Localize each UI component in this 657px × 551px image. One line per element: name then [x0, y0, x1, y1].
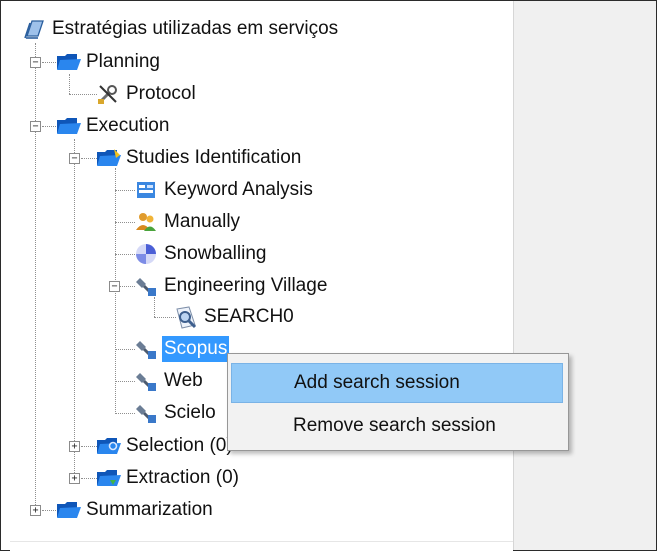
tree-node-label: Snowballing	[164, 243, 267, 264]
users-icon	[134, 210, 158, 234]
tree-node-label: Studies Identification	[126, 147, 302, 168]
blue-folder-icon	[96, 466, 121, 490]
tree-node-label: Engineering Village	[164, 275, 328, 296]
notebook-icon	[22, 17, 46, 41]
tree-node-extraction[interactable]: Extraction (0)	[96, 463, 241, 493]
tree-node-scopus[interactable]: Scopus	[134, 334, 230, 364]
tree-node-engineering-village[interactable]: Engineering Village	[134, 271, 329, 301]
tree-guide-line	[115, 381, 135, 382]
tree-guide-line	[69, 74, 70, 94]
tree-node-label: Execution	[86, 115, 170, 136]
tree-guide-line	[74, 139, 75, 479]
tree-node-label: Keyword Analysis	[164, 179, 313, 200]
tree-node-root[interactable]: Estratégias utilizadas em serviços	[22, 14, 340, 44]
tree-node-label: Summarization	[86, 499, 213, 520]
expander-studies-identification[interactable]: −	[69, 153, 80, 164]
tree-node-snowballing[interactable]: Snowballing	[134, 239, 268, 269]
blue-folder-icon	[56, 50, 81, 74]
tree-node-label: Web	[164, 370, 203, 391]
tree-node-label: Scielo	[164, 402, 216, 423]
tree-guide-line	[115, 222, 135, 223]
tree-node-label: Planning	[86, 51, 160, 72]
vertical-scrollbar[interactable]	[513, 1, 531, 550]
expander-selection[interactable]: +	[69, 441, 80, 452]
search-magnifier-icon	[174, 305, 198, 329]
bottom-edge	[10, 541, 513, 551]
blue-folder-icon	[56, 498, 81, 522]
tree-node-label: SEARCH0	[204, 306, 294, 327]
tree-guide-line	[115, 413, 135, 414]
menu-item-remove-search-session[interactable]: Remove search session	[231, 406, 563, 446]
blue-folder-icon	[96, 146, 121, 170]
tree-node-search0[interactable]: SEARCH0	[174, 302, 296, 332]
expander-execution[interactable]: −	[30, 121, 41, 132]
expander-extraction[interactable]: +	[69, 473, 80, 484]
tree-guide-line	[120, 286, 135, 287]
tree-node-label: Manually	[164, 211, 241, 232]
tree-node-label: Estratégias utilizadas em serviços	[52, 18, 339, 39]
keyword-icon	[134, 178, 158, 202]
strategy-tree[interactable]: − − − − + + + Estratégias utilizadas em …	[10, 1, 513, 550]
expander-planning[interactable]: −	[30, 57, 41, 68]
blue-folder-icon	[96, 434, 121, 458]
menu-item-label: Add search session	[294, 372, 460, 393]
tree-node-label: Scopus	[162, 336, 230, 362]
snowball-icon	[134, 242, 158, 266]
database-search-icon	[134, 274, 158, 298]
tree-node-web[interactable]: Web	[134, 366, 205, 396]
tree-node-execution[interactable]: Execution	[56, 111, 171, 141]
wrench-tools-icon	[96, 82, 120, 106]
tree-guide-line	[81, 158, 97, 159]
tree-guide-line	[115, 190, 135, 191]
tree-node-summarization[interactable]: Summarization	[56, 495, 215, 525]
tree-node-selection[interactable]: Selection (0)	[96, 431, 235, 461]
tree-node-label: Protocol	[126, 83, 196, 104]
menu-item-label: Remove search session	[293, 415, 496, 436]
right-panel	[530, 1, 656, 550]
expander-summarization[interactable]: +	[30, 505, 41, 516]
database-search-icon	[134, 369, 158, 393]
tree-node-keyword-analysis[interactable]: Keyword Analysis	[134, 175, 315, 205]
window-frame: − − − − + + + Estratégias utilizadas em …	[0, 0, 657, 551]
tree-node-label: Extraction (0)	[126, 467, 239, 488]
tree-guide-line	[35, 43, 36, 513]
expander-engineering-village[interactable]: −	[109, 281, 120, 292]
menu-item-add-search-session[interactable]: Add search session	[231, 363, 563, 403]
context-menu: Add search session Remove search session	[227, 353, 569, 451]
tree-guide-line	[69, 94, 97, 95]
tree-node-planning[interactable]: Planning	[56, 47, 162, 77]
tree-guide-line	[81, 446, 97, 447]
database-search-icon	[134, 401, 158, 425]
tree-guide-line	[154, 317, 176, 318]
tree-node-scielo[interactable]: Scielo	[134, 398, 218, 428]
tree-guide-line	[115, 349, 135, 350]
tree-guide-line	[81, 478, 97, 479]
tree-node-studies-identification[interactable]: Studies Identification	[96, 143, 303, 173]
tree-node-protocol[interactable]: Protocol	[96, 79, 198, 109]
blue-folder-icon	[56, 114, 81, 138]
tree-guide-line	[115, 254, 135, 255]
tree-node-label: Selection (0)	[126, 435, 233, 456]
tree-node-manually[interactable]: Manually	[134, 207, 242, 237]
database-search-icon	[134, 337, 158, 361]
